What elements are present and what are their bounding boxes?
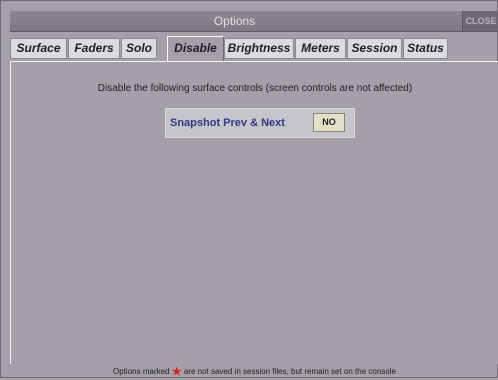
- footer-text-after: are not saved in session files, but rema…: [183, 367, 396, 376]
- snapshot-prev-next-label: Snapshot Prev & Next: [170, 117, 285, 129]
- tab-faders[interactable]: Faders: [68, 38, 120, 59]
- disable-panel: Disable the following surface controls (…: [10, 61, 498, 364]
- close-button[interactable]: CLOSE: [462, 11, 498, 31]
- snapshot-prev-next-toggle[interactable]: NO: [313, 113, 345, 132]
- tab-disable[interactable]: Disable: [167, 36, 224, 61]
- tab-status[interactable]: Status: [403, 38, 448, 59]
- tab-meters[interactable]: Meters: [295, 38, 346, 59]
- window-title: Options: [213, 14, 256, 28]
- tab-brightness[interactable]: Brightness: [224, 38, 294, 59]
- title-bar: Options CLOSE: [10, 11, 498, 32]
- snapshot-prev-next-control: Snapshot Prev & Next NO: [165, 108, 355, 138]
- footer-text-before: Options marked: [113, 367, 170, 376]
- star-icon: ★: [171, 366, 182, 378]
- tab-bar: Surface Faders Solo Disable Brightness M…: [10, 36, 498, 61]
- options-window: Options CLOSE Surface Faders Solo Disabl…: [0, 0, 498, 378]
- panel-description: Disable the following surface controls (…: [97, 83, 413, 94]
- tab-surface[interactable]: Surface: [10, 38, 67, 59]
- tab-solo[interactable]: Solo: [121, 38, 157, 59]
- tab-session[interactable]: Session: [347, 38, 402, 59]
- footer-note: Options marked ★ are not saved in sessio…: [10, 364, 498, 379]
